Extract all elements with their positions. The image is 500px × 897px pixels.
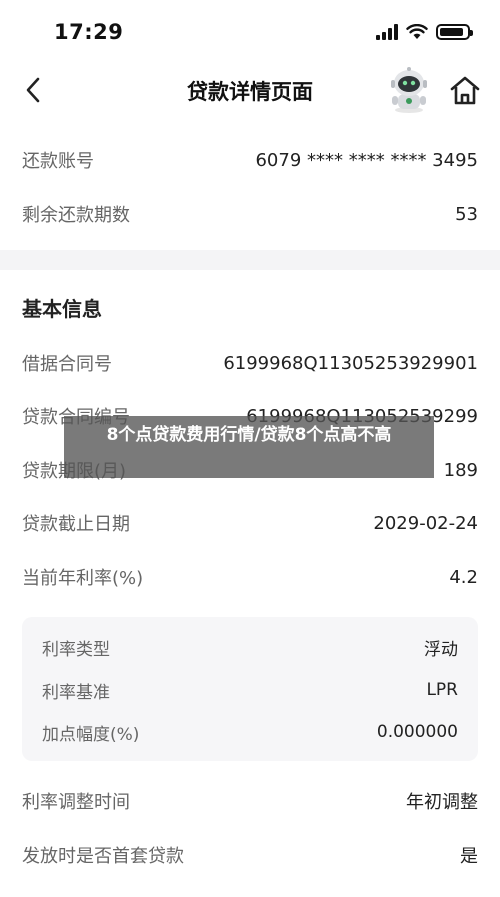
rate-detail-box: 利率类型 浮动 利率基准 LPR 加点幅度(%) 0.000000 [22, 617, 478, 761]
status-icons [376, 24, 473, 40]
row-label: 发放时是否首套贷款 [22, 846, 184, 867]
back-button[interactable] [16, 72, 52, 108]
rate-type-row: 利率类型 浮动 [42, 632, 458, 662]
first-home-loan-row: 发放时是否首套贷款 是 [22, 840, 478, 870]
row-label: 还款账号 [22, 151, 94, 172]
row-value: 是 [460, 846, 478, 867]
battery-icon [436, 24, 473, 40]
row-value: 6199968Q11305253929901 [223, 352, 478, 374]
rate-adjust-time-row: 利率调整时间 年初调整 [22, 786, 478, 816]
nav-bar: 贷款详情页面 [0, 62, 500, 120]
battery-fill [440, 28, 464, 36]
row-value: 6079 **** **** **** 3495 [255, 149, 478, 171]
rate-benchmark-row: 利率基准 LPR [42, 675, 458, 705]
status-time: 17:29 [54, 20, 124, 44]
robot-assistant-icon[interactable] [386, 66, 432, 114]
remaining-periods-row: 剩余还款期数 53 [22, 199, 478, 229]
row-label: 利率调整时间 [22, 792, 130, 813]
row-value: 53 [455, 203, 478, 225]
row-label: 借据合同号 [22, 354, 112, 375]
rate-spread-row: 加点幅度(%) 0.000000 [42, 717, 458, 747]
row-value: 浮动 [424, 639, 458, 660]
chevron-left-icon [26, 77, 40, 103]
row-value: 0.000000 [376, 722, 458, 742]
row-value: 2029-02-24 [373, 512, 478, 534]
row-value: 189 [443, 459, 478, 481]
watermark-banner: 8个点贷款费用行情/贷款8个点高不高 [64, 416, 434, 478]
row-value: LPR [426, 680, 458, 700]
row-label: 加点幅度(%) [42, 724, 140, 745]
row-label: 利率基准 [42, 682, 110, 703]
row-label: 利率类型 [42, 639, 110, 660]
row-label: 贷款截止日期 [22, 514, 130, 535]
repayment-account-row: 还款账号 6079 **** **** **** 3495 [22, 145, 478, 175]
annual-rate-row: 当前年利率(%) 4.2 [22, 562, 478, 592]
row-value: 4.2 [449, 566, 478, 588]
row-label: 当前年利率(%) [22, 568, 144, 589]
wifi-icon [406, 24, 428, 39]
section-divider [0, 250, 500, 270]
home-icon[interactable] [448, 74, 482, 108]
row-label: 剩余还款期数 [22, 205, 130, 226]
loan-end-date-row: 贷款截止日期 2029-02-24 [22, 508, 478, 538]
iou-contract-row: 借据合同号 6199968Q11305253929901 [22, 348, 478, 378]
status-bar: 17:29 [0, 0, 500, 62]
row-value: 年初调整 [406, 792, 478, 813]
cellular-signal-icon [376, 24, 398, 40]
section-title-basic-info: 基本信息 [22, 297, 102, 321]
